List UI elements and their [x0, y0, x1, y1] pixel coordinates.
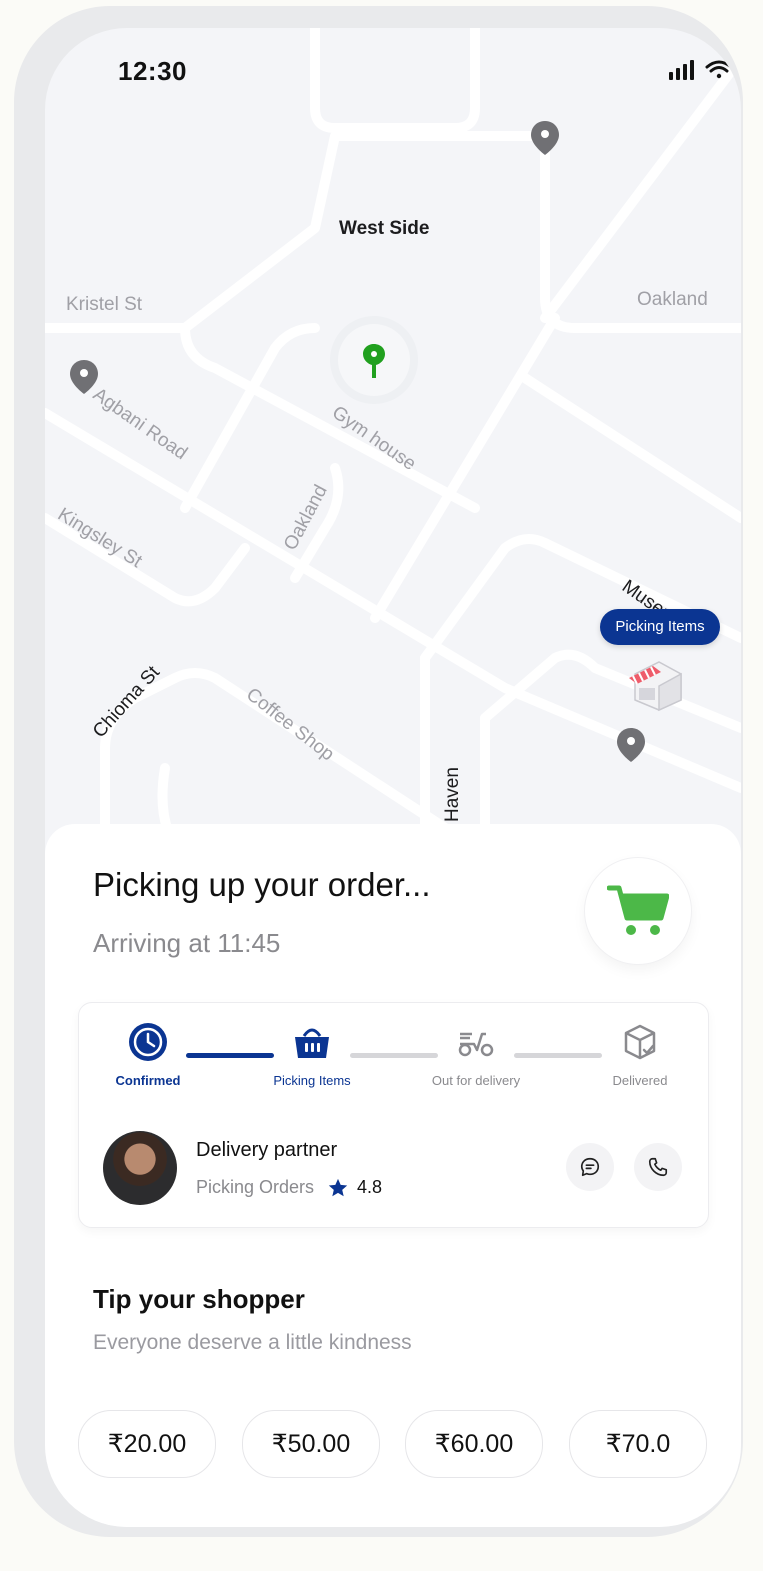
- step-label: Picking Items: [273, 1073, 351, 1088]
- basket-icon: [295, 1028, 329, 1058]
- order-progress-card: Confirmed Picking Items Out for delivery…: [78, 1002, 709, 1228]
- tip-option-button[interactable]: ₹60.00: [405, 1410, 543, 1478]
- phone-frame: 12:30 West Side Kristel St Oakland Agban…: [14, 6, 743, 1537]
- partner-rating: 4.8: [357, 1177, 383, 1197]
- wifi-icon: [705, 60, 733, 79]
- order-title: Picking up your order...: [93, 866, 431, 903]
- step-label: Out for delivery: [431, 1073, 521, 1088]
- clock-icon: [129, 1023, 167, 1061]
- store-status-tag: Picking Items: [600, 609, 720, 645]
- step-delivered: Delivered: [580, 1021, 700, 1088]
- tip-option-button[interactable]: ₹20.00: [78, 1410, 216, 1478]
- tip-subtitle: Everyone deserve a little kindness: [93, 1331, 412, 1354]
- arrival-time: Arriving at 11:45: [93, 928, 281, 958]
- status-time: 12:30: [118, 56, 187, 86]
- chat-icon: [580, 1157, 600, 1177]
- map-label-haven: Haven: [442, 767, 463, 822]
- scooter-icon: [458, 1032, 494, 1057]
- star-icon: [328, 1178, 348, 1197]
- cart-button[interactable]: [585, 858, 691, 964]
- partner-status: Picking Orders: [196, 1177, 315, 1197]
- map-label-kristel: Kristel St: [66, 294, 143, 315]
- step-label: Confirmed: [115, 1073, 181, 1088]
- order-sheet: Picking up your order... Arriving at 11:…: [45, 824, 741, 1527]
- package-icon: [624, 1024, 656, 1060]
- phone-icon: [648, 1157, 668, 1177]
- map-label-oakland-east: Oakland: [637, 289, 708, 310]
- tip-option-button[interactable]: ₹70.0: [569, 1410, 707, 1478]
- screen: 12:30 West Side Kristel St Oakland Agban…: [45, 28, 741, 1527]
- avatar: [103, 1131, 177, 1205]
- tip-option-button[interactable]: ₹50.00: [242, 1410, 380, 1478]
- step-label: Delivered: [612, 1073, 668, 1088]
- tip-title: Tip your shopper: [93, 1284, 305, 1314]
- chat-button[interactable]: [566, 1143, 614, 1191]
- signal-icon: [669, 60, 694, 80]
- map-label-west-side: West Side: [339, 218, 430, 239]
- partner-name: Delivery partner: [196, 1139, 338, 1161]
- cart-icon: [607, 885, 669, 935]
- call-button[interactable]: [634, 1143, 682, 1191]
- map-view[interactable]: 12:30 West Side Kristel St Oakland Agban…: [45, 28, 741, 858]
